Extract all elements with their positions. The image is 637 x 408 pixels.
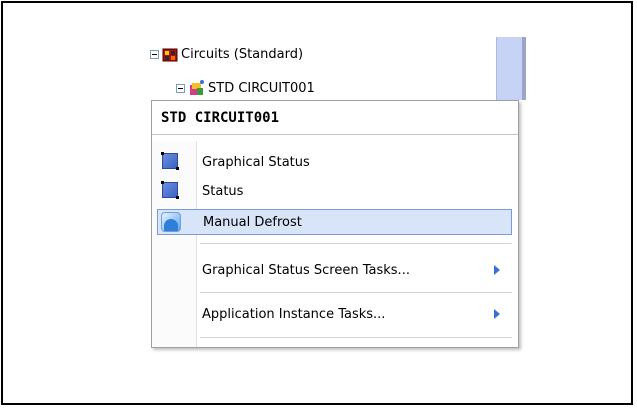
menu-item-label: Graphical Status xyxy=(202,154,310,170)
tree-label-circuits: Circuits (Standard) xyxy=(181,46,304,62)
collapse-icon[interactable] xyxy=(150,49,159,59)
menu-item-label: Application Instance Tasks... xyxy=(202,306,386,322)
menu-item-graphical-status-screen-tasks[interactable]: Graphical Status Screen Tasks... xyxy=(157,257,512,283)
tree-node-circuits[interactable]: Circuits (Standard) xyxy=(150,43,303,65)
menu-separator xyxy=(200,337,512,338)
menu-item-label: Graphical Status Screen Tasks... xyxy=(202,262,410,278)
graphical-status-icon xyxy=(160,151,182,173)
blank-icon xyxy=(160,303,182,325)
menu-item-label: Manual Defrost xyxy=(203,214,302,230)
menu-item-manual-defrost[interactable]: Manual Defrost xyxy=(157,209,512,235)
circuits-folder-icon xyxy=(162,46,178,62)
circuit-instance-icon xyxy=(188,79,206,97)
menu-separator xyxy=(200,292,512,293)
menu-item-graphical-status[interactable]: Graphical Status xyxy=(157,149,512,175)
menu-item-label: Status xyxy=(202,183,244,199)
menu-separator xyxy=(200,243,512,244)
tree-view: Circuits (Standard) STD CIRCUIT001 xyxy=(0,0,637,110)
blank-icon xyxy=(160,259,182,281)
submenu-arrow-icon xyxy=(494,309,500,319)
manual-defrost-icon xyxy=(161,211,183,233)
status-icon xyxy=(160,180,182,202)
menu-item-status[interactable]: Status xyxy=(157,178,512,204)
context-menu: STD CIRCUIT001 Graphical Status Status M… xyxy=(151,100,519,348)
tree-scrollbar-edge xyxy=(522,37,526,100)
submenu-arrow-icon xyxy=(494,265,500,275)
menu-title: STD CIRCUIT001 xyxy=(161,110,280,126)
collapse-icon[interactable] xyxy=(176,83,185,93)
menu-item-application-instance-tasks[interactable]: Application Instance Tasks... xyxy=(157,301,512,327)
tree-node-std-circuit[interactable]: STD CIRCUIT001 xyxy=(176,77,315,99)
tree-scrollbar[interactable] xyxy=(496,37,523,100)
menu-title-separator xyxy=(152,134,518,135)
tree-label-std-circuit: STD CIRCUIT001 xyxy=(208,80,315,96)
